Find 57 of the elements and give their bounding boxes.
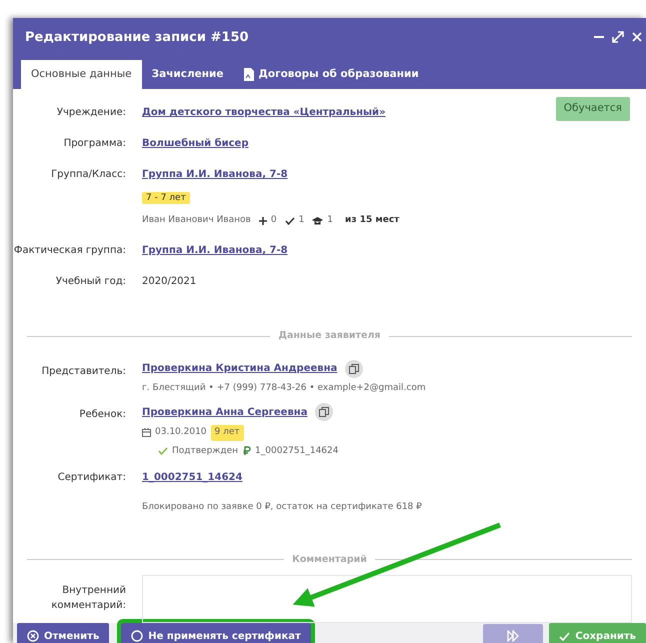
cancel-circle-icon bbox=[27, 630, 39, 642]
tab[interactable]: Основные данные bbox=[21, 60, 142, 90]
field-label: Сертификат: bbox=[56, 471, 126, 485]
section-title: Комментарий bbox=[292, 552, 367, 566]
comment-field[interactable] bbox=[142, 574, 632, 623]
status-badge: Обучается bbox=[556, 97, 630, 121]
teacher-name: Иван Иванович Иванов bbox=[142, 214, 251, 227]
minimize-icon bbox=[594, 36, 604, 38]
field-label: Фактическая группа: bbox=[13, 244, 126, 258]
confirmed-count: 1 bbox=[298, 214, 304, 227]
birth-date: 03.10.2010 bbox=[155, 426, 207, 439]
tab[interactable]: Зачисление bbox=[142, 60, 234, 90]
close-icon bbox=[632, 32, 642, 42]
copy-button[interactable] bbox=[315, 403, 334, 421]
field-label: Программа: bbox=[62, 137, 126, 152]
certificate-note: Блокировано по заявке 0 ₽, остаток на сертификате 618 ₽ bbox=[142, 501, 422, 514]
added-count: 0 bbox=[270, 214, 277, 227]
field-link[interactable]: Группа И.И. Иванова, 7-8 bbox=[142, 167, 400, 182]
no-cert-button[interactable]: Не применять сертификат bbox=[121, 622, 311, 643]
person-link[interactable]: Проверкина Кристина Андреевна bbox=[142, 361, 338, 376]
calendar-icon bbox=[142, 428, 151, 438]
confirmed-status: Подтвержден bbox=[172, 444, 238, 458]
certificate-number: 1_0002751_14624 bbox=[255, 444, 338, 458]
document-icon bbox=[244, 68, 254, 81]
check-icon bbox=[284, 216, 295, 224]
plus-icon bbox=[258, 216, 267, 224]
graduation-cap-icon bbox=[312, 216, 324, 224]
section-title: Данные заявителя bbox=[278, 329, 381, 344]
student-count: 1 bbox=[327, 214, 334, 227]
field-label: Ребенок: bbox=[78, 408, 126, 422]
person-link[interactable]: Проверкина Анна Сергеевна bbox=[142, 404, 308, 420]
field-label: Учреждение: bbox=[56, 106, 126, 120]
check-icon bbox=[559, 632, 570, 641]
field-label: Группа/Класс: bbox=[50, 168, 126, 182]
field-label: Представитель: bbox=[40, 364, 126, 378]
maximize-icon bbox=[612, 30, 624, 43]
field-link[interactable]: Дом детского творчества «Центральный» bbox=[142, 105, 386, 120]
copy-button[interactable] bbox=[345, 360, 364, 378]
field-value: 2020/2021 bbox=[142, 275, 196, 290]
contact-info: г. Блестящий • +7 (999) 778-43-26 • example+2@gmail.com bbox=[142, 382, 426, 394]
check-icon bbox=[158, 447, 168, 456]
copy-icon bbox=[349, 364, 360, 374]
ruble-icon bbox=[242, 446, 252, 456]
tab[interactable]: Договоры об образовании bbox=[234, 60, 429, 90]
field-link[interactable]: Волшебный бисер bbox=[142, 136, 248, 152]
certificate-link[interactable]: 1_0002751_14624 bbox=[142, 470, 422, 485]
circle-icon bbox=[131, 630, 144, 642]
window-title: Редактирование записи #150 bbox=[24, 29, 250, 47]
field-label: Учебный год: bbox=[54, 275, 126, 290]
age-badge: 9 лет bbox=[210, 425, 244, 440]
cancel-button[interactable]: Отменить bbox=[17, 622, 110, 643]
age-badge: 7 - 7 лет bbox=[142, 192, 190, 204]
field-label: Внутренний комментарий: bbox=[50, 584, 126, 613]
copy-icon bbox=[319, 407, 330, 417]
fast-forward-icon bbox=[507, 630, 520, 642]
capacity: из 15 мест bbox=[345, 214, 400, 227]
field-link[interactable]: Группа И.И. Иванова, 7-8 bbox=[142, 243, 288, 258]
